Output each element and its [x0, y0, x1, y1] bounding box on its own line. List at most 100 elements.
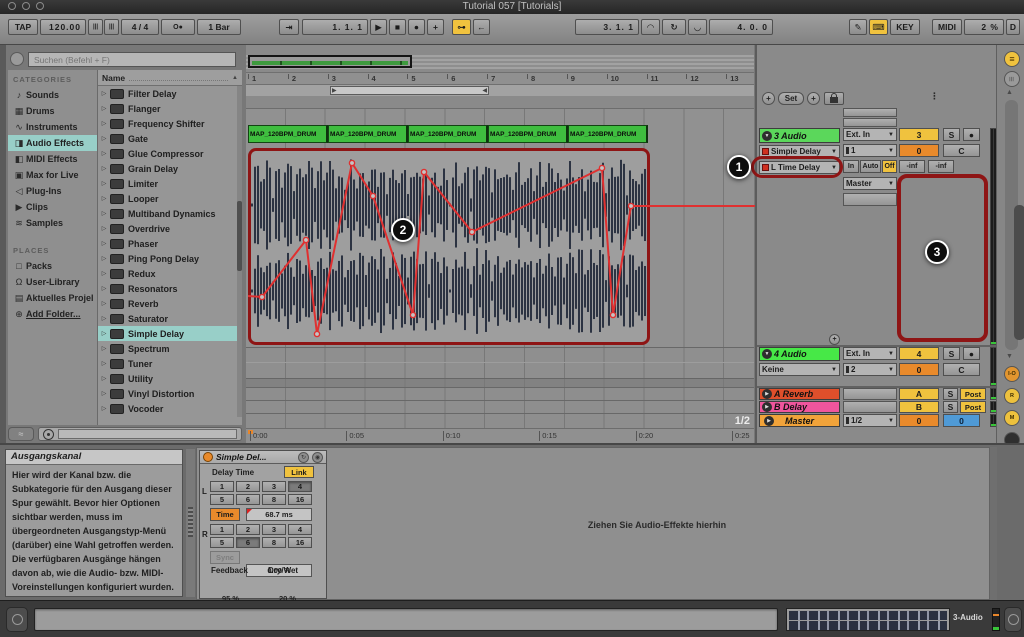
device-list-item[interactable]: ▷Limiter [98, 176, 242, 191]
set-locator-button[interactable]: Set [778, 92, 804, 105]
device-list-item[interactable]: ▷Redux [98, 266, 242, 281]
tempo-automation-box-1[interactable] [843, 108, 897, 117]
disclosure-triangle-icon[interactable]: ▷ [98, 255, 110, 262]
track4-input-channel[interactable]: 2▼ [843, 363, 897, 376]
fold-icon[interactable]: ▼ [762, 131, 772, 141]
preview-bar[interactable] [38, 427, 242, 441]
track4-input-type[interactable]: Ext. In▼ [843, 347, 897, 360]
disclosure-triangle-icon[interactable]: ▷ [98, 390, 110, 397]
left-beat-8-button[interactable]: 8 [262, 494, 286, 505]
device-list-item[interactable]: ▷Overdrive [98, 221, 242, 236]
right-beat-1-button[interactable]: 1 [210, 524, 234, 535]
disclosure-triangle-icon[interactable]: ▷ [98, 315, 110, 322]
device-list-item[interactable]: ▷Phaser [98, 236, 242, 251]
track4-pan-field[interactable]: C [943, 363, 980, 376]
track4-number-button[interactable]: 4 [899, 347, 939, 360]
punch-out-icon[interactable]: ◡ [688, 19, 707, 35]
track4-arm-button[interactable]: ● [963, 347, 980, 360]
track4-volume-field[interactable]: 0 [899, 363, 939, 376]
unfold-icon[interactable]: ▶ [762, 389, 772, 399]
sidebar-item-midi-effects[interactable]: ◧MIDI Effects [8, 151, 97, 167]
add-automation-lane-icon[interactable]: + [829, 334, 840, 345]
punch-in-icon[interactable]: ◠ [641, 19, 660, 35]
computer-midi-keyboard-icon[interactable]: ⌨ [869, 19, 888, 35]
master-cue-volume-field[interactable]: 0 [943, 414, 980, 427]
left-beat-3-button[interactable]: 3 [262, 481, 286, 492]
disclosure-triangle-icon[interactable]: ▷ [98, 105, 110, 112]
disclosure-triangle-icon[interactable]: ▷ [98, 225, 110, 232]
session-view-toggle-icon[interactable]: ≡ [1004, 51, 1020, 67]
mixer-scrollbar[interactable] [1005, 100, 1018, 350]
track3-input-channel[interactable]: 1▼ [843, 144, 897, 157]
arrangement-clip[interactable]: MAP_120BPM_DRUM [488, 125, 568, 143]
tap-tempo-button[interactable]: TAP [8, 19, 38, 35]
disclosure-triangle-icon[interactable]: ▷ [98, 90, 110, 97]
sync-mode-button[interactable]: Sync [210, 551, 240, 564]
arrangement-clip[interactable]: MAP_120BPM_DRUM [248, 125, 328, 143]
track3-input-type[interactable]: Ext. In▼ [843, 128, 897, 141]
master-volume-field[interactable]: 0 [899, 414, 939, 427]
save-preset-icon[interactable]: ◉ [312, 452, 323, 463]
sidebar-item-plug-ins[interactable]: ◁Plug-Ins [8, 183, 97, 199]
track4-solo-button[interactable]: S [943, 347, 960, 360]
disclosure-triangle-icon[interactable]: ▷ [98, 345, 110, 352]
left-beat-1-button[interactable]: 1 [210, 481, 234, 492]
disclosure-triangle-icon[interactable]: ▷ [98, 405, 110, 412]
pencil-icon[interactable]: ✎ [849, 19, 867, 35]
sidebar-item-clips[interactable]: ▶Clips [8, 199, 97, 215]
device-list-item[interactable]: ▷Flanger [98, 101, 242, 116]
overview-viewport[interactable] [248, 55, 412, 68]
back-to-arrangement-button[interactable]: ← [473, 19, 490, 35]
track3-header[interactable]: ▼ 3 Audio [759, 128, 840, 143]
delay-time-value[interactable]: 68.7 ms [246, 508, 312, 521]
right-beat-4-button[interactable]: 4 [288, 524, 312, 535]
return-a-number-button[interactable]: A [899, 388, 939, 400]
follow-button[interactable]: ⇥ [279, 19, 299, 35]
device-view-splitter[interactable] [186, 449, 195, 597]
disclosure-triangle-icon[interactable]: ▷ [98, 285, 110, 292]
device-list-item[interactable]: ▷Vinyl Distortion [98, 386, 242, 401]
left-beat-16-button[interactable]: 16 [288, 494, 312, 505]
overdub-button[interactable]: + [427, 19, 444, 35]
device-list-item[interactable]: ▷Utility [98, 371, 242, 386]
rail-toggle-m[interactable]: M [1004, 410, 1020, 426]
return-b-solo-button[interactable]: S [943, 401, 958, 413]
return-a-lane[interactable] [246, 387, 754, 400]
right-beat-6-button[interactable]: 6 [236, 537, 260, 548]
loop-brace[interactable]: ▶◀ [330, 86, 489, 95]
midi-map-button[interactable]: MIDI [932, 19, 962, 35]
splitter-handle[interactable] [188, 507, 193, 537]
device-list-item[interactable]: ▷Multiband Dynamics [98, 206, 242, 221]
key-map-button[interactable]: KEY [890, 19, 920, 35]
sidebar-item-instruments[interactable]: ∿Instruments [8, 119, 97, 135]
clip-waveform-thumbnail[interactable] [786, 608, 950, 631]
right-beat-16-button[interactable]: 16 [288, 537, 312, 548]
scroll-down-icon[interactable]: ▼ [1006, 353, 1013, 360]
device-list-item[interactable]: ▷Spectrum [98, 341, 242, 356]
stop-button[interactable]: ■ [389, 19, 406, 35]
disclosure-triangle-icon[interactable]: ▷ [98, 300, 110, 307]
scrub-area[interactable]: ▶◀ [246, 85, 754, 96]
groove-amount-button[interactable]: O● [161, 19, 195, 35]
minute-time-ruler[interactable]: 0:000:050:100:150:200:25 [246, 428, 754, 443]
place-item-packs[interactable]: □Packs [8, 258, 97, 274]
disclosure-triangle-icon[interactable]: ▷ [98, 150, 110, 157]
disclosure-triangle-icon[interactable]: ▷ [98, 360, 110, 367]
monitor-off-button[interactable]: Off [882, 160, 897, 173]
track3-number-button[interactable]: 3 [899, 128, 939, 141]
left-beat-6-button[interactable]: 6 [236, 494, 260, 505]
device-drop-zone[interactable]: Ziehen Sie Audio-Effekte hierhin [329, 450, 985, 599]
device-list-item[interactable]: ▷Resonators [98, 281, 242, 296]
fold-icon[interactable]: ▼ [762, 349, 772, 359]
unfold-icon[interactable]: ▶ [762, 402, 772, 412]
scroll-up-icon[interactable]: ▲ [1006, 89, 1013, 96]
link-button[interactable]: Link [284, 466, 314, 478]
device-list-item[interactable]: ▷Looper [98, 191, 242, 206]
right-beat-8-button[interactable]: 8 [262, 537, 286, 548]
right-beat-2-button[interactable]: 2 [236, 524, 260, 535]
device-list-item[interactable]: ▷Ping Pong Delay [98, 251, 242, 266]
left-beat-2-button[interactable]: 2 [236, 481, 260, 492]
device-list-item[interactable]: ▷Simple Delay [98, 326, 242, 341]
device-list-item[interactable]: ▷Gate [98, 131, 242, 146]
disclosure-triangle-icon[interactable]: ▷ [98, 330, 110, 337]
